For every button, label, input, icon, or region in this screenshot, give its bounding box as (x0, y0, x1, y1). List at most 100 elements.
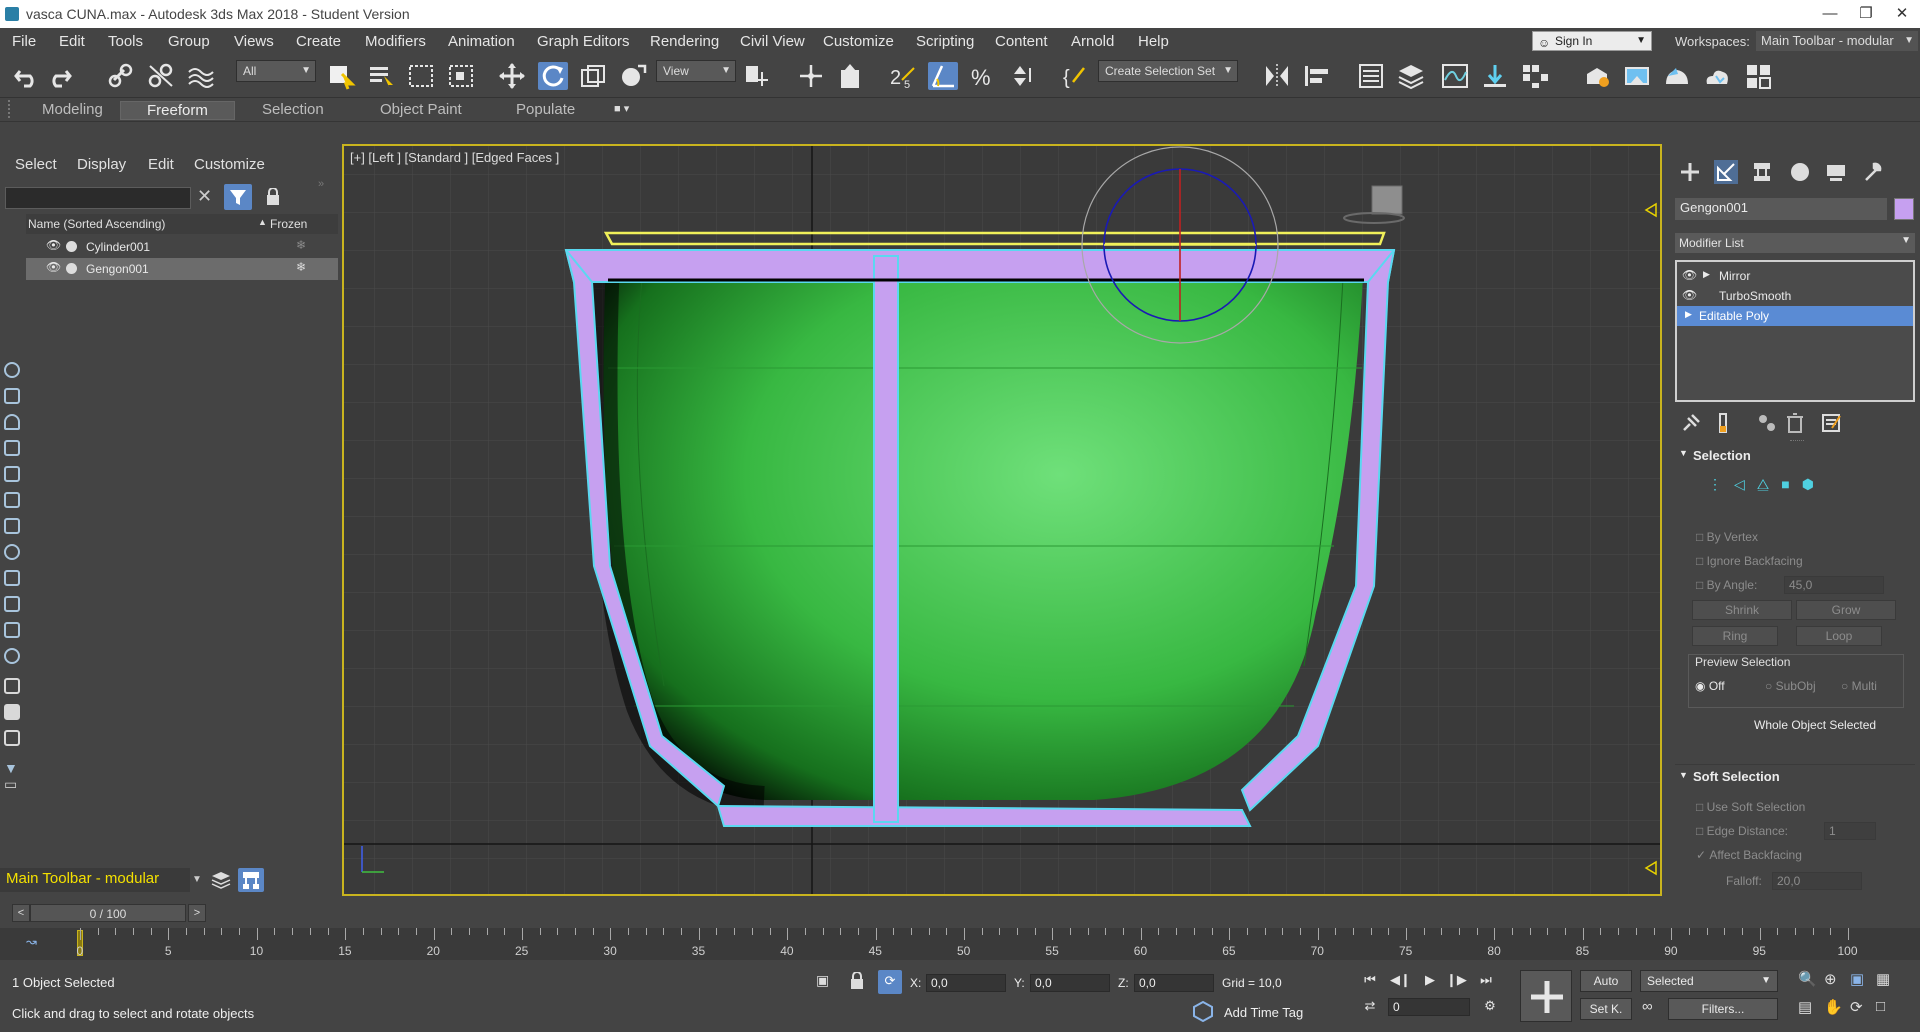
rendered-frame-window-icon[interactable] (1622, 62, 1652, 90)
previous-frame-button[interactable]: < (12, 904, 30, 922)
visibility-eye-icon[interactable]: 👁 (46, 238, 61, 252)
display-xrefs-icon[interactable] (4, 544, 20, 560)
place-icon[interactable] (618, 62, 648, 90)
menu-modifiers[interactable]: Modifiers (365, 33, 426, 50)
select-by-name-icon[interactable] (366, 62, 396, 90)
collapse-arrows-icon[interactable]: » (318, 178, 324, 190)
menu-create[interactable]: Create (296, 33, 341, 50)
align-icon[interactable] (1302, 62, 1332, 90)
filters-button[interactable]: Filters... (1668, 998, 1778, 1020)
show-end-result-icon[interactable] (1712, 412, 1734, 434)
object-name-field[interactable]: Gengon001 (1675, 198, 1887, 220)
maximize-viewport-icon[interactable]: □ (1876, 998, 1885, 1015)
viewport-left[interactable]: [+] [Left ] [Standard ] [Edged Faces ] (342, 144, 1662, 896)
render-production-icon[interactable] (1662, 62, 1692, 90)
create-tab-icon[interactable] (1678, 160, 1702, 184)
modify-tab-icon[interactable] (1714, 160, 1738, 184)
time-slider[interactable]: 0 / 100 (30, 904, 186, 922)
mirror-icon[interactable] (1262, 62, 1292, 90)
border-icon[interactable]: ⧋ (1757, 476, 1782, 492)
display-containers-icon[interactable] (4, 596, 20, 612)
visibility-eye-icon[interactable]: 👁 (46, 260, 61, 274)
loop-button[interactable]: Loop (1796, 626, 1882, 646)
visibility-eye-icon[interactable]: 👁 (1682, 268, 1697, 282)
minimize-button[interactable]: — (1818, 2, 1842, 26)
edge-icon[interactable]: ◁ (1734, 476, 1757, 492)
next-key-button[interactable]: ❙▶ (1446, 972, 1467, 992)
polygon-icon[interactable]: ■ (1781, 476, 1801, 492)
edge-distance-spinner[interactable]: 1 (1824, 822, 1876, 840)
utilities-tab-icon[interactable] (1860, 160, 1884, 184)
preview-multi-radio[interactable]: ○ Multi (1841, 679, 1877, 693)
orbit-icon[interactable]: ⟳ (1850, 998, 1863, 1016)
column-name-header[interactable]: Name (Sorted Ascending) (28, 217, 165, 231)
tab-populate[interactable]: Populate (516, 101, 575, 118)
select-manipulate-icon[interactable] (796, 62, 826, 90)
frozen-toggle-icon[interactable]: ❄ (296, 260, 306, 274)
affect-backfacing-checkbox[interactable]: ✓ Affect Backfacing (1696, 848, 1802, 862)
previous-key-button[interactable]: ◀❙ (1390, 972, 1411, 992)
soft-selection-rollout-header[interactable]: ▼ Soft Selection (1675, 764, 1915, 784)
ribbon-options-icon[interactable]: ■ ▾ (614, 102, 646, 118)
redo-icon[interactable] (44, 62, 74, 90)
explorer-menu-customize[interactable]: Customize (194, 156, 265, 173)
z-coordinate-field[interactable]: 0,0 (1134, 974, 1214, 992)
absolute-mode-transform-icon[interactable]: ⟳ (878, 970, 902, 994)
display-all-icon[interactable] (4, 678, 20, 694)
go-to-end-button[interactable]: ⏭ (1476, 972, 1496, 992)
tab-freeform[interactable]: Freeform (120, 101, 235, 120)
vertex-icon[interactable]: ⋮ (1708, 476, 1734, 492)
window-crossing-icon[interactable] (446, 62, 476, 90)
key-mode-toggle-icon[interactable]: ⇄ (1360, 998, 1380, 1018)
explorer-menu-display[interactable]: Display (77, 156, 126, 173)
selection-rollout-header[interactable]: ▼ Selection (1675, 445, 1915, 465)
reference-coordinate-dropdown[interactable]: View ▼ (656, 60, 736, 82)
modifier-stack-item[interactable]: 👁 TurboSmooth (1677, 286, 1913, 306)
render-in-cloud-icon[interactable] (1702, 62, 1732, 90)
add-time-tag-icon[interactable] (1192, 1000, 1214, 1023)
grow-button[interactable]: Grow (1796, 600, 1896, 620)
panel-toggle-icon[interactable]: ▭ (4, 776, 17, 793)
display-shapes-icon[interactable] (4, 388, 20, 404)
tab-modeling[interactable]: Modeling (42, 101, 103, 118)
clear-search-icon[interactable]: ✕ (197, 186, 212, 207)
chevron-down-icon[interactable]: ▼ (192, 874, 202, 885)
bind-space-warp-icon[interactable] (186, 62, 216, 90)
frozen-toggle-icon[interactable]: ❄ (296, 238, 306, 252)
menu-civil-view[interactable]: Civil View (740, 33, 805, 50)
menu-file[interactable]: File (12, 33, 36, 50)
spinner-snap-icon[interactable] (1008, 62, 1038, 90)
use-soft-selection-checkbox[interactable]: □ Use Soft Selection (1696, 800, 1805, 814)
display-frozen-icon[interactable] (4, 622, 20, 638)
angle-snap-icon[interactable] (928, 62, 958, 90)
expand-arrow-icon[interactable]: ▶ (1685, 309, 1692, 320)
explorer-row[interactable]: 👁 Cylinder001 ❄ (26, 236, 338, 258)
tab-selection[interactable]: Selection (262, 101, 324, 118)
menu-tools[interactable]: Tools (108, 33, 143, 50)
layer-explorer-icon[interactable] (1396, 62, 1426, 90)
undo-icon[interactable] (12, 62, 42, 90)
remove-modifier-icon[interactable] (1784, 412, 1806, 434)
display-groups-icon[interactable] (4, 518, 20, 534)
shrink-button[interactable]: Shrink (1692, 600, 1792, 620)
make-unique-icon[interactable] (1756, 412, 1778, 434)
menu-content[interactable]: Content (995, 33, 1048, 50)
display-space-warps-icon[interactable] (4, 492, 20, 508)
pivot-center-icon[interactable] (742, 62, 772, 90)
display-lights-icon[interactable] (4, 414, 20, 430)
render-setup-icon[interactable] (1582, 62, 1612, 90)
render-toggle-icon[interactable] (66, 241, 77, 252)
visibility-eye-icon[interactable]: 👁 (1682, 288, 1697, 302)
lock-icon[interactable] (266, 187, 280, 209)
menu-graph-editors[interactable]: Graph Editors (537, 33, 630, 50)
select-object-icon[interactable] (326, 62, 356, 90)
add-time-tag-label[interactable]: Add Time Tag (1224, 1005, 1303, 1020)
scene-explorer-mode-button[interactable] (238, 868, 264, 892)
modifier-stack-item[interactable]: ▶ Editable Poly (1677, 306, 1913, 326)
preview-off-radio[interactable]: ◉ Off (1695, 679, 1725, 693)
display-hidden-icon[interactable] (4, 648, 20, 664)
key-filter-dropdown[interactable]: Selected ▼ (1640, 970, 1778, 992)
create-selection-set-dropdown[interactable]: Create Selection Set ▼ (1098, 60, 1238, 82)
render-to-texture-icon[interactable] (1744, 62, 1774, 90)
object-color-swatch[interactable] (1894, 198, 1914, 220)
